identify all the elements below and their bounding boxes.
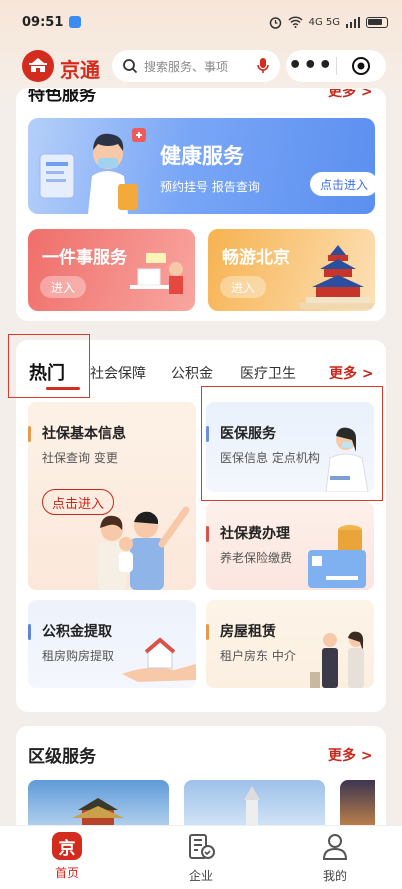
search-icon: [123, 59, 138, 74]
office-illustration-icon: [130, 253, 183, 294]
microphone-icon[interactable]: [256, 57, 270, 75]
accent-bar: [28, 426, 31, 442]
one-thing-service-banner[interactable]: 一件事服务 进入: [28, 229, 195, 311]
accent-bar: [28, 624, 31, 640]
accent-bar: [206, 624, 209, 640]
service-social-security-info[interactable]: 社保基本信息 社保查询 变更 点击进入: [28, 402, 196, 590]
tab-housing-fund[interactable]: 公积金: [171, 363, 213, 383]
one-thing-title: 一件事服务: [42, 248, 127, 268]
status-time: 09:51: [22, 14, 64, 30]
service-title: 公积金提取: [42, 624, 112, 640]
alarm-icon: [269, 16, 281, 29]
hot-more-link[interactable]: 更多 >: [329, 363, 374, 383]
mini-program-capsule: •••: [286, 50, 386, 82]
user-icon: [322, 834, 348, 860]
status-bar: 09:51 4G 5G: [0, 0, 402, 44]
signal-icon: [346, 16, 360, 28]
district-item-tower[interactable]: [184, 780, 325, 830]
home-icon: 京: [52, 832, 82, 860]
service-subtitle: 养老保险缴费: [220, 551, 293, 565]
building-shield-icon: [189, 834, 215, 859]
search-placeholder: 搜索服务、事项: [144, 59, 229, 74]
accent-bar: [206, 526, 209, 542]
rental-agents-icon: [310, 631, 364, 688]
house-in-hand-icon: [122, 637, 196, 682]
tour-enter-button[interactable]: 进入: [220, 276, 266, 298]
doctor-illustration-icon: [39, 128, 146, 214]
service-title: 社保费办理: [220, 526, 290, 542]
tab-profile[interactable]: 我的: [305, 832, 365, 884]
cloud-icon: [69, 16, 82, 28]
district-more-link[interactable]: 更多 >: [328, 745, 373, 765]
app-logo[interactable]: [22, 50, 54, 82]
nav-bar: 京通 搜索服务、事项 •••: [0, 48, 402, 88]
tab-label: 企业: [188, 869, 213, 883]
tab-medical-health[interactable]: 医疗卫生: [240, 363, 296, 383]
forbidden-city-icon: [72, 798, 124, 830]
district-title: 区级服务: [28, 747, 96, 767]
tab-enterprise[interactable]: 企业: [171, 832, 231, 884]
one-thing-enter-button[interactable]: 进入: [40, 276, 86, 298]
temple-of-heaven-icon: [300, 245, 375, 309]
service-subtitle: 社保查询 变更: [42, 451, 118, 465]
service-social-security-fee[interactable]: 社保费办理 养老保险缴费: [206, 502, 374, 590]
highlight-box-medical-insurance: [201, 386, 383, 501]
tower-icon: [244, 786, 260, 830]
tab-social-security[interactable]: 社会保障: [90, 363, 146, 383]
status-icons: 4G 5G: [269, 16, 388, 29]
bottom-tab-bar: 京 首页 企业 我的: [0, 825, 402, 889]
health-subtitle: 预约挂号 报告查询: [160, 180, 260, 194]
health-enter-button[interactable]: 点击进入: [310, 172, 375, 196]
service-title: 房屋租赁: [220, 624, 276, 640]
family-illustration-icon: [98, 506, 190, 590]
tab-label: 首页: [54, 866, 79, 880]
health-title: 健康服务: [160, 144, 244, 168]
service-subtitle: 租户房东 中介: [220, 649, 296, 663]
brand-name: 京通: [60, 58, 100, 82]
service-housing-fund-withdraw[interactable]: 公积金提取 租房购房提取: [28, 600, 196, 688]
insurance-card-coins-icon: [308, 525, 366, 588]
network-type: 4G 5G: [308, 16, 340, 28]
tour-title: 畅游北京: [222, 248, 290, 268]
wifi-icon: [288, 16, 303, 28]
district-item-night-view[interactable]: [340, 780, 375, 830]
search-input[interactable]: 搜索服务、事项: [112, 50, 280, 82]
health-service-banner[interactable]: 健康服务 预约挂号 报告查询 点击进入: [28, 118, 375, 214]
tab-label: 我的: [322, 869, 347, 883]
tiananmen-logo-icon: [29, 58, 47, 72]
close-target-icon[interactable]: [336, 56, 386, 76]
beijing-tour-banner[interactable]: 畅游北京 进入: [208, 229, 375, 311]
service-title: 社保基本信息: [42, 426, 126, 442]
battery-icon: [366, 16, 388, 28]
more-menu-icon[interactable]: •••: [286, 55, 336, 77]
service-house-rental[interactable]: 房屋租赁 租户房东 中介: [206, 600, 374, 688]
district-item-forbidden-city[interactable]: [28, 780, 169, 830]
highlight-box-hot-tab: [8, 334, 90, 398]
tab-home[interactable]: 京 首页: [37, 832, 97, 881]
service-subtitle: 租房购房提取: [42, 649, 115, 663]
